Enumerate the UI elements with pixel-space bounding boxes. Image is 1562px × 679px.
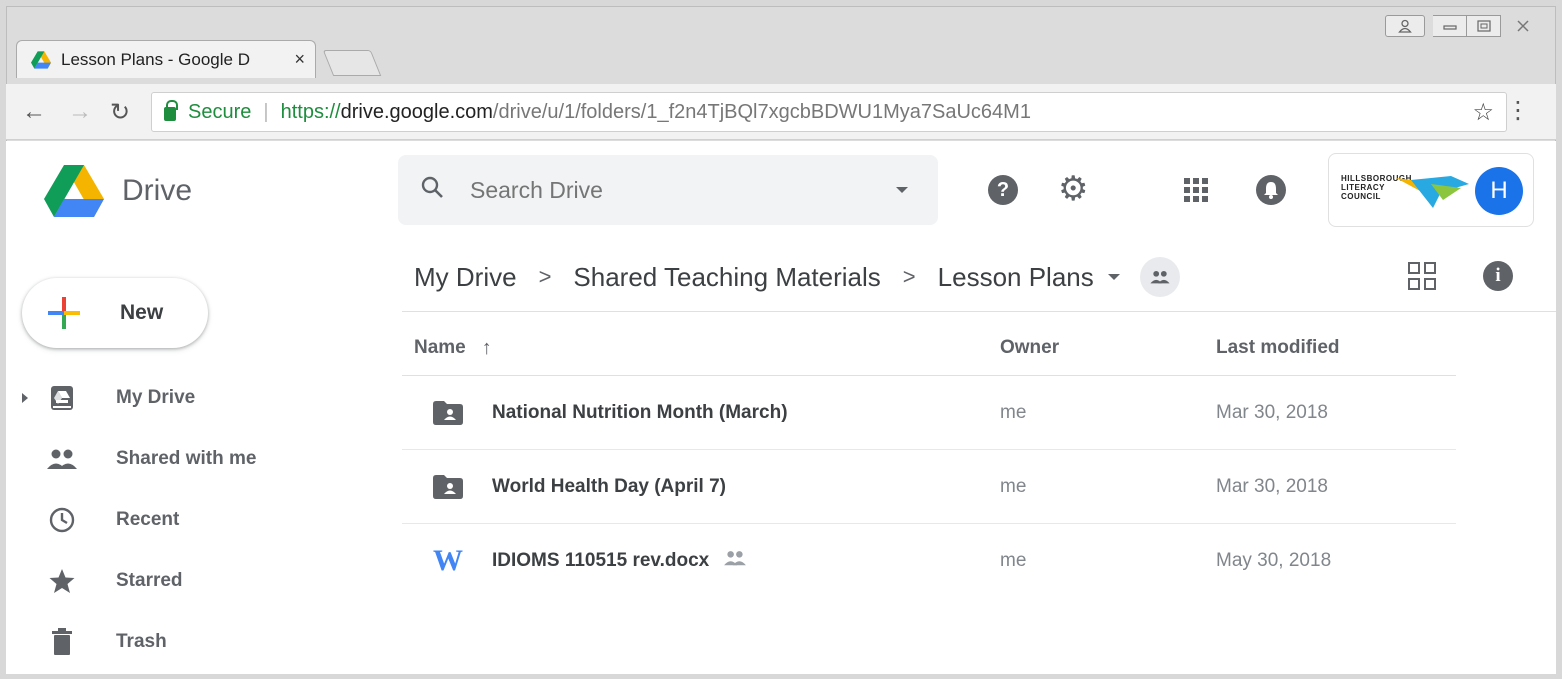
breadcrumb-chevron-icon: > bbox=[538, 264, 552, 289]
sidebar-item-recent[interactable]: Recent bbox=[6, 489, 306, 550]
search-bar[interactable] bbox=[398, 155, 938, 225]
plus-icon bbox=[48, 297, 80, 329]
sidebar-nav: My Drive Shared with me Recent Starred T… bbox=[6, 367, 306, 672]
sidebar-item-trash[interactable]: Trash bbox=[6, 611, 306, 672]
new-button[interactable]: New bbox=[22, 278, 208, 348]
file-list-header: Name ↑ Owner Last modified bbox=[402, 321, 1456, 376]
people-icon bbox=[46, 443, 78, 475]
browser-menu-icon[interactable]: ⋮ bbox=[1506, 96, 1530, 125]
word-document-icon: W bbox=[433, 544, 463, 577]
sidebar-item-label: Recent bbox=[116, 508, 180, 530]
tab-title: Lesson Plans - Google D bbox=[61, 49, 250, 69]
drive-favicon-icon bbox=[31, 50, 51, 69]
shared-people-icon bbox=[723, 550, 747, 572]
header-divider bbox=[402, 311, 1556, 312]
avatar[interactable]: H bbox=[1475, 167, 1523, 215]
breadcrumb-item-shared-teaching-materials[interactable]: Shared Teaching Materials bbox=[573, 262, 880, 293]
breadcrumb-chevron-icon: > bbox=[902, 264, 916, 289]
shared-folder-icon bbox=[432, 400, 464, 426]
apps-grid-icon[interactable] bbox=[1184, 178, 1208, 202]
account-switcher[interactable]: Hillsborough Literacy Council H bbox=[1328, 153, 1534, 227]
shared-folder-icon bbox=[432, 474, 464, 500]
file-name: National Nutrition Month (March) bbox=[492, 401, 788, 423]
file-modified: Mar 30, 2018 bbox=[1216, 475, 1328, 497]
drive-page: Drive ? ⚙ Hillsborough Literacy Council … bbox=[6, 141, 1556, 674]
column-header-owner[interactable]: Owner bbox=[1000, 337, 1216, 359]
breadcrumb: My Drive > Shared Teaching Materials > L… bbox=[414, 257, 1180, 297]
file-name: World Health Day (April 7) bbox=[492, 475, 727, 497]
sidebar-item-label: Starred bbox=[116, 569, 183, 591]
breadcrumb-item-my-drive[interactable]: My Drive bbox=[414, 262, 517, 293]
org-bird-logo-icon bbox=[1396, 176, 1469, 208]
grid-view-icon[interactable] bbox=[1408, 262, 1436, 290]
file-owner: me bbox=[1000, 401, 1027, 423]
drive-logo-icon bbox=[44, 165, 104, 217]
file-list: Name ↑ Owner Last modified National Nutr… bbox=[402, 321, 1456, 598]
settings-gear-icon[interactable]: ⚙ bbox=[1058, 172, 1088, 206]
sidebar-item-shared-with-me[interactable]: Shared with me bbox=[6, 428, 306, 489]
user-icon[interactable] bbox=[1385, 15, 1425, 37]
new-tab-button[interactable] bbox=[322, 50, 382, 76]
sidebar-item-starred[interactable]: Starred bbox=[6, 550, 306, 611]
file-owner: me bbox=[1000, 475, 1027, 497]
sort-ascending-arrow-icon[interactable]: ↑ bbox=[482, 337, 492, 360]
drive-brand[interactable]: Drive bbox=[44, 165, 192, 217]
column-header-last-modified[interactable]: Last modified bbox=[1216, 337, 1340, 359]
sidebar-item-label: Shared with me bbox=[116, 447, 257, 469]
url-path: /drive/u/1/folders/1_f2n4TjBQl7xgcbBDWU1… bbox=[492, 100, 1031, 123]
lock-icon bbox=[164, 100, 178, 121]
back-icon[interactable]: ← bbox=[22, 98, 46, 126]
table-row[interactable]: World Health Day (April 7) me Mar 30, 20… bbox=[402, 450, 1456, 524]
tab-close-icon[interactable]: × bbox=[294, 49, 305, 70]
browser-tab[interactable]: Lesson Plans - Google D × bbox=[16, 40, 316, 78]
clock-icon bbox=[46, 504, 78, 536]
address-separator: | bbox=[263, 100, 269, 123]
my-drive-icon bbox=[46, 382, 78, 414]
address-bar[interactable]: Secure | https:// drive.google.com /driv… bbox=[151, 92, 1507, 132]
window-controls bbox=[1385, 15, 1545, 37]
file-name: IDIOMS 110515 rev.docx bbox=[492, 550, 710, 571]
info-icon[interactable]: i bbox=[1483, 261, 1513, 291]
sidebar-item-label: My Drive bbox=[116, 386, 196, 408]
star-icon bbox=[46, 565, 78, 597]
file-modified: May 30, 2018 bbox=[1216, 550, 1332, 571]
url-scheme: https:// bbox=[280, 100, 341, 123]
new-button-label: New bbox=[120, 301, 164, 324]
table-row[interactable]: W IDIOMS 110515 rev.docx me May 30, 2018 bbox=[402, 524, 1456, 598]
app-name: Drive bbox=[122, 174, 193, 207]
search-options-icon[interactable] bbox=[896, 187, 908, 193]
table-row[interactable]: National Nutrition Month (March) me Mar … bbox=[402, 376, 1456, 450]
close-icon[interactable] bbox=[1501, 15, 1545, 37]
sidebar-item-my-drive[interactable]: My Drive bbox=[6, 367, 306, 428]
minimize-icon[interactable] bbox=[1433, 15, 1467, 37]
notifications-icon[interactable] bbox=[1256, 175, 1286, 205]
file-owner: me bbox=[1000, 550, 1027, 571]
sidebar-item-label: Trash bbox=[116, 630, 167, 652]
folder-menu-dropdown-icon[interactable] bbox=[1107, 274, 1120, 280]
expand-arrow-icon[interactable] bbox=[22, 392, 28, 403]
shared-folder-people-icon[interactable] bbox=[1139, 257, 1180, 297]
browser-toolbar: ← → ↻ Secure | https:// drive.google.com… bbox=[6, 84, 1556, 140]
column-header-name-label: Name bbox=[414, 337, 466, 358]
help-icon[interactable]: ? bbox=[988, 175, 1018, 205]
search-icon[interactable] bbox=[420, 175, 444, 206]
reload-icon[interactable]: ↻ bbox=[110, 98, 130, 127]
url-host: drive.google.com bbox=[340, 100, 493, 123]
secure-label: Secure bbox=[188, 100, 252, 123]
column-header-name[interactable]: Name ↑ bbox=[402, 337, 1000, 360]
search-input[interactable] bbox=[470, 176, 870, 204]
maximize-icon[interactable] bbox=[1467, 15, 1501, 37]
forward-icon[interactable]: → bbox=[68, 98, 92, 126]
trash-icon bbox=[46, 626, 78, 658]
bookmark-star-icon[interactable]: ☆ bbox=[1472, 98, 1494, 127]
breadcrumb-item-lesson-plans[interactable]: Lesson Plans bbox=[938, 262, 1094, 293]
file-modified: Mar 30, 2018 bbox=[1216, 401, 1328, 423]
